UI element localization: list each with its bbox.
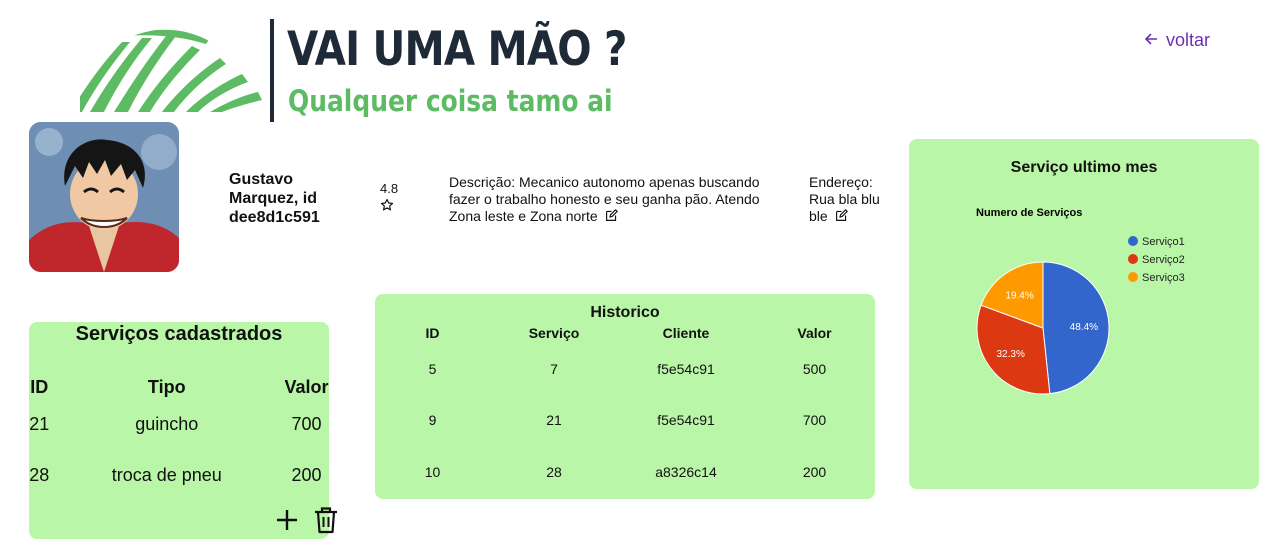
services-actions [275,506,339,534]
history-servico: 21 [546,412,562,428]
star-outline-icon[interactable] [380,198,398,215]
table-row: 5 7 f5e54c91 500 [375,343,875,394]
table-row: 28 troca de pneu 200 [29,450,329,500]
history-title: Historico [590,304,660,321]
service-id: 28 [29,464,50,485]
brand-subtitle: Qualquer coisa tamo ai [288,84,613,118]
table-row: 10 28 a8326c14 200 [375,446,875,498]
edit-description-icon[interactable] [605,209,618,222]
history-servico: 7 [550,360,558,377]
history-servico: 28 [546,464,562,480]
services-title: Serviços cadastrados [75,323,283,345]
legend-label[interactable]: Serviço2 [1142,254,1185,266]
services-col-id: ID [30,376,49,397]
profile-rating: 4.8 [380,181,398,215]
history-valor: 700 [802,412,827,428]
history-col-cliente: Cliente [662,325,710,341]
back-link[interactable]: voltar [1144,30,1211,51]
service-tipo: guincho [135,413,199,434]
history-header-row: ID Serviço Cliente Valor [375,323,875,343]
history-col-servico: Serviço [528,325,580,341]
history-card: Historico ID Serviço Cliente Valor 5 7 f… [375,294,875,499]
history-table: ID Serviço Cliente Valor 5 7 f5e54c91 50… [375,323,875,498]
history-id: 9 [428,412,437,428]
avatar [29,122,179,272]
page: VAI UMA MÃO ? Qualquer coisa tamo ai vol… [0,0,1271,542]
logo-divider [270,19,274,122]
history-col-valor: Valor [797,325,832,341]
legend-marker [1128,236,1138,246]
rating-value: 4.8 [380,181,399,196]
services-header-row: ID Tipo Valor [29,376,329,398]
legend-label[interactable]: Serviço1 [1142,236,1185,248]
history-id: 5 [428,360,437,377]
service-id: 21 [29,413,50,434]
table-row: 9 21 f5e54c91 700 [375,394,875,446]
arrow-left-icon [1144,32,1158,50]
chart-title: Numero de Serviços [976,207,1082,219]
history-cliente: f5e54c91 [657,360,715,377]
pie-slice-label: 48.4% [1070,322,1098,333]
legend-label[interactable]: Serviço3 [1142,272,1185,284]
pie-slice-label: 32.3% [997,349,1025,360]
plus-icon[interactable] [275,508,299,532]
profile-address: Endereço: Rua bla blu ble [809,174,889,225]
brand-title: VAI UMA MÃO ? [287,22,627,77]
history-col-id: ID [425,325,440,341]
history-valor: 200 [802,464,827,480]
pie-chart: Numero de Serviços 48.4% 32.3% 19.4% Serviço… [976,207,1185,395]
history-cliente: f5e54c91 [657,412,715,428]
logo-icon [80,29,262,112]
trash-icon[interactable] [313,506,339,534]
legend-marker [1128,272,1138,282]
service-valor: 200 [291,464,322,485]
services-table: ID Tipo Valor 21 guincho 700 28 troca de… [29,376,329,500]
profile-name: Gustavo Marquez, id dee8d1c591 [229,171,320,226]
services-card: Serviços cadastrados ID Tipo Valor 21 gu… [29,322,337,539]
back-link-label: voltar [1166,30,1211,50]
services-col-valor: Valor [284,376,329,397]
history-valor: 500 [802,360,827,377]
profile-description: Descrição: Mecanico autonomo apenas busc… [449,174,769,225]
table-row: 21 guincho 700 [29,398,329,450]
history-cliente: a8326c14 [655,464,717,480]
chart-card: Serviço ultimo mes Numero de Serviços 48.… [909,139,1259,489]
edit-address-icon[interactable] [835,209,848,222]
services-col-tipo: Tipo [147,376,186,397]
service-valor: 700 [291,413,322,434]
history-id: 10 [424,464,441,480]
legend-marker [1128,254,1138,264]
pie-slice-label: 19.4% [1005,290,1033,301]
service-tipo: troca de pneu [111,464,222,485]
